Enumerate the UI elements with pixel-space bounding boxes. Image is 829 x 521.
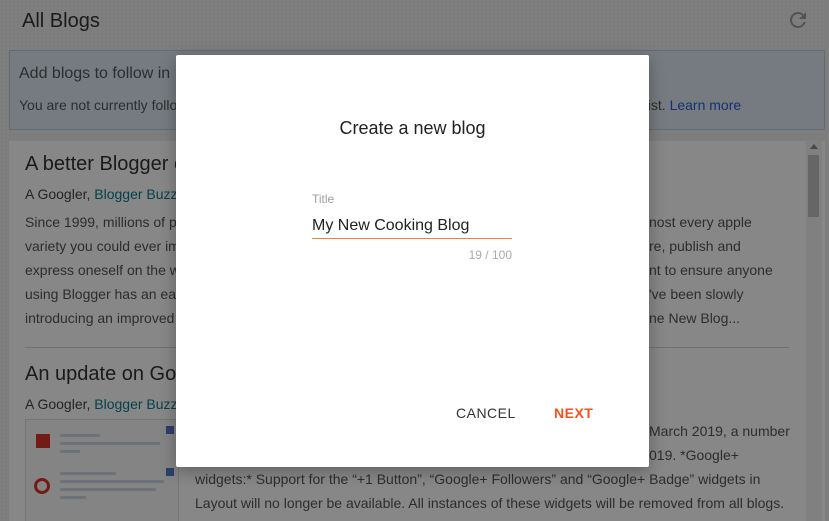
dialog-title: Create a new blog bbox=[339, 118, 486, 138]
title-field-label: Title bbox=[312, 192, 335, 206]
char-counter: 19 / 100 bbox=[468, 248, 512, 262]
next-button[interactable]: NEXT bbox=[554, 405, 593, 421]
cancel-button[interactable]: CANCEL bbox=[456, 405, 516, 421]
create-blog-dialog: Create a new blog Title 19 / 100 CANCEL … bbox=[176, 55, 649, 467]
blog-title-input[interactable] bbox=[312, 213, 512, 239]
